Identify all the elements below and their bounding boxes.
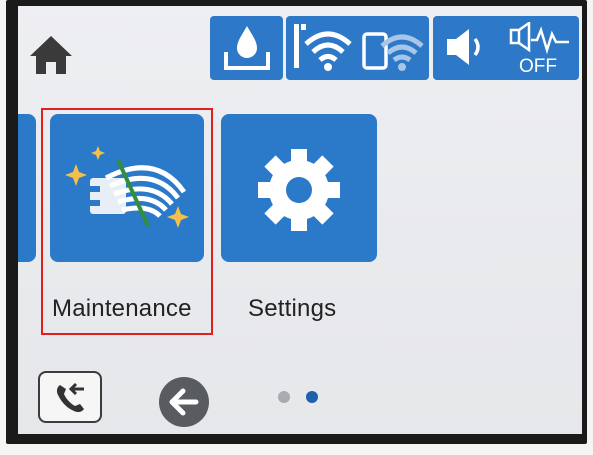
wifi-direct-icon [362, 32, 424, 71]
photo-frame: OFF Maintenance Settings [0, 0, 593, 455]
page-indicator-dot-2-active [306, 391, 318, 403]
back-arrow-icon [159, 377, 209, 427]
ink-status-button[interactable] [210, 16, 283, 80]
gear-icon [258, 149, 340, 231]
wifi-icon [294, 24, 352, 71]
quiet-mode-value: OFF [519, 56, 557, 76]
phone-arrow-icon [56, 382, 84, 413]
sound-status-button[interactable]: OFF [433, 16, 579, 80]
fax-call-log-button[interactable] [38, 371, 102, 423]
quiet-mode-icon: OFF [509, 22, 569, 76]
settings-label: Settings [248, 295, 337, 322]
sound-icon [447, 29, 480, 65]
network-status-button[interactable] [286, 16, 429, 80]
page-indicator-dot-1 [278, 391, 290, 403]
home-icon [30, 36, 72, 74]
settings-tile[interactable] [221, 114, 377, 262]
lcd-screen: OFF Maintenance Settings [18, 6, 582, 434]
ink-level-icon [224, 26, 270, 70]
home-button[interactable] [26, 30, 76, 80]
previous-page-tile[interactable] [18, 114, 36, 262]
back-button[interactable] [158, 376, 210, 428]
maintenance-highlight-box [41, 108, 213, 335]
